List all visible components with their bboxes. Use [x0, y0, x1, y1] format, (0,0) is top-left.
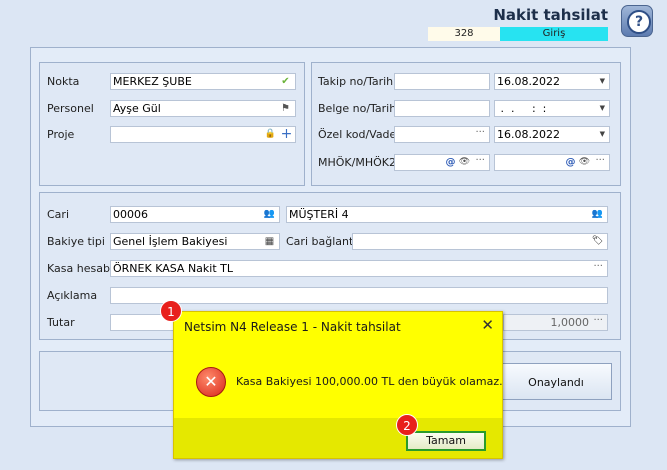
kur-value: 1,0000 [550, 316, 590, 329]
vade-date-field[interactable]: 16.08.2022 ▼ [494, 126, 610, 143]
takip-date-field[interactable]: 16.08.2022 ▼ [494, 73, 610, 90]
kur-field[interactable]: 1,0000 ··· [503, 314, 608, 331]
dialog-title: Netsim N4 Release 1 - Nakit tahsilat [184, 320, 401, 334]
dropdown-icon[interactable]: ▼ [600, 127, 605, 142]
cari-code-field[interactable]: 00006 👥 [110, 206, 280, 223]
ozel-kod-field[interactable]: ··· [394, 126, 490, 143]
close-icon[interactable]: ✕ [481, 316, 494, 334]
cari-baglanti-field[interactable]: 🏷 [352, 233, 608, 250]
dropdown-icon[interactable]: ▼ [600, 101, 605, 116]
tag-icon[interactable]: 🏷 [591, 235, 604, 248]
nokta-label: Nokta [47, 75, 80, 88]
ellipsis-icon[interactable]: ··· [475, 155, 485, 168]
aciklama-label: Açıklama [47, 289, 98, 302]
takip-label: Takip no/Tarih [318, 75, 394, 88]
error-icon: ✕ [196, 367, 226, 397]
step-badge-2: 2 [396, 414, 418, 436]
check-icon[interactable]: ✔ [279, 75, 292, 88]
ellipsis-icon[interactable]: ··· [595, 155, 605, 168]
ellipsis-icon[interactable]: ··· [593, 261, 603, 274]
cari-name-field[interactable]: MÜŞTERİ 4 👥 [286, 206, 608, 223]
mhok2-field[interactable]: @ 👁 ··· [494, 154, 610, 171]
form-title: Nakit tahsilat [493, 6, 608, 24]
takip-date-value: 16.08.2022 [497, 75, 560, 88]
proje-label: Proje [47, 128, 75, 141]
step-badge-1: 1 [160, 300, 182, 322]
mode-badge: Giriş [500, 27, 608, 41]
vade-date-value: 16.08.2022 [497, 128, 560, 141]
cari-code-value: 00006 [113, 208, 148, 221]
proje-field[interactable]: 🔒 + [110, 126, 296, 143]
cari-baglanti-label: Cari bağlantı [286, 235, 357, 248]
record-count: 328 [428, 27, 500, 41]
belge-label: Belge no/Tarih [318, 102, 397, 115]
mhok-field[interactable]: @ 👁 ··· [394, 154, 490, 171]
people-icon[interactable]: 👥 [263, 208, 276, 221]
help-button[interactable]: ? [621, 5, 653, 37]
mhok-label: MHÖK/MHÖK2 [318, 156, 396, 169]
nokta-field[interactable]: MERKEZ ŞUBE ✔ [110, 73, 296, 90]
personel-field[interactable]: Ayşe Gül ⚑ [110, 100, 296, 117]
personel-value: Ayşe Gül [113, 102, 161, 115]
people-icon[interactable]: 👥 [591, 208, 604, 221]
cari-label: Cari [47, 208, 69, 221]
takip-no-field[interactable] [394, 73, 490, 90]
eye-icon[interactable]: 👁 [578, 156, 591, 169]
help-icon: ? [627, 10, 651, 34]
nokta-value: MERKEZ ŞUBE [113, 75, 192, 88]
kasa-value: ÖRNEK KASA Nakit TL [113, 262, 233, 275]
ellipsis-icon[interactable]: ··· [593, 315, 603, 328]
belge-no-field[interactable] [394, 100, 490, 117]
plus-icon[interactable]: + [280, 127, 293, 141]
eye-icon[interactable]: 👁 [458, 156, 471, 169]
cari-name-value: MÜŞTERİ 4 [289, 208, 349, 221]
kasa-hesabi-field[interactable]: ÖRNEK KASA Nakit TL ··· [110, 260, 608, 277]
dialog-message: Kasa Bakiyesi 100,000.00 TL den büyük ol… [236, 375, 503, 388]
belge-date-field[interactable]: . . : : ▼ [494, 100, 610, 117]
calendar-icon[interactable]: ▦ [263, 235, 276, 248]
at-icon[interactable]: @ [444, 156, 457, 169]
tutar-label: Tutar [47, 316, 75, 329]
ozel-label: Özel kod/Vade [318, 128, 397, 141]
bakiye-tipi-field[interactable]: Genel İşlem Bakiyesi ▦ [110, 233, 280, 250]
person-lookup-icon[interactable]: ⚑ [279, 102, 292, 115]
at-icon[interactable]: @ [564, 156, 577, 169]
lock-icon[interactable]: 🔒 [264, 128, 277, 141]
belge-date-value: . . : : [497, 102, 547, 115]
tamam-button[interactable]: Tamam [406, 431, 486, 451]
onay-button[interactable]: Onaylandı [500, 363, 612, 400]
personel-label: Personel [47, 102, 94, 115]
bakiye-value: Genel İşlem Bakiyesi [113, 235, 228, 248]
dropdown-icon[interactable]: ▼ [600, 74, 605, 89]
bakiye-label: Bakiye tipi [47, 235, 105, 248]
aciklama-field[interactable] [110, 287, 608, 304]
ellipsis-icon[interactable]: ··· [475, 127, 485, 140]
kasa-label: Kasa hesabı [47, 262, 113, 275]
